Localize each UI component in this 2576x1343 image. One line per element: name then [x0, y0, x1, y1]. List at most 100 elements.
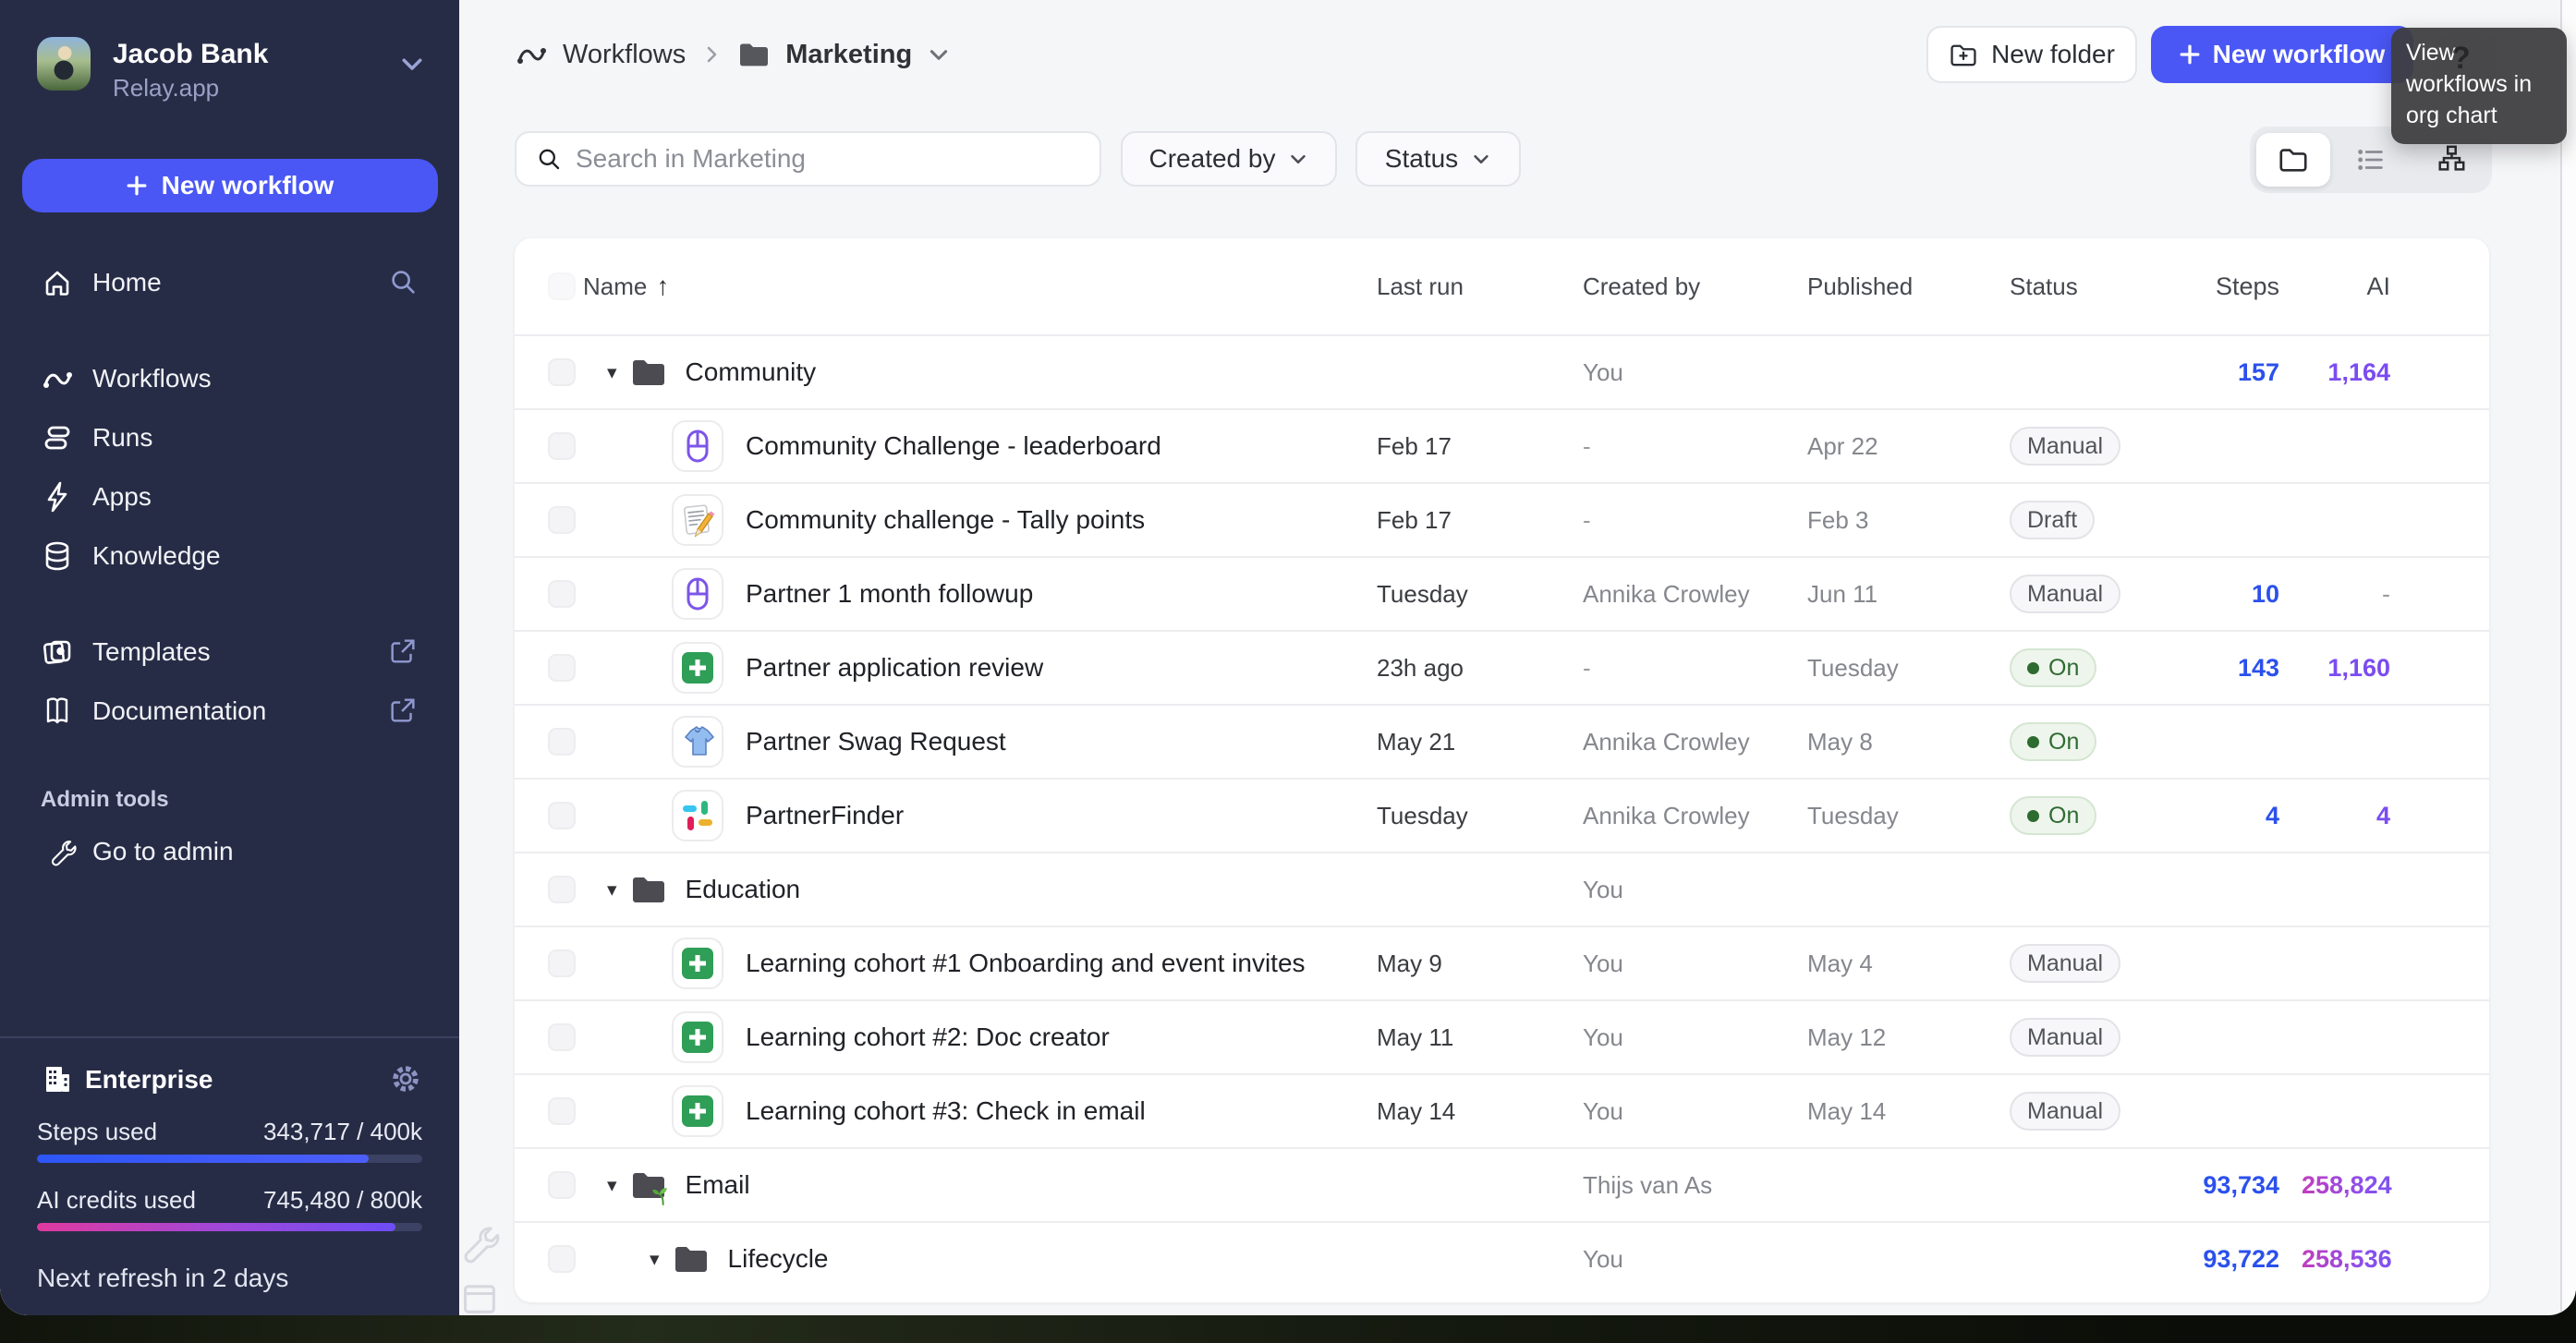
sidebar-item-home[interactable]: Home	[0, 253, 459, 312]
admin-tools-section-label: Admin tools	[41, 787, 169, 812]
chevron-down-icon[interactable]	[927, 42, 951, 67]
row-checkbox[interactable]	[548, 432, 576, 460]
row-checkbox[interactable]	[548, 950, 576, 977]
cell-last-run: Feb 17	[1377, 505, 1452, 534]
cell-published: May 12	[1807, 1022, 1887, 1051]
cell-last-run: 23h ago	[1377, 653, 1464, 682]
cell-published: Feb 3	[1807, 505, 1869, 534]
column-steps[interactable]: Steps	[2194, 272, 2302, 301]
search-icon	[535, 145, 563, 173]
floating-window-icon[interactable]	[459, 1278, 500, 1315]
breadcrumb-workflows[interactable]: Workflows	[563, 40, 686, 70]
table-row[interactable]: ▾ Email Thijs van As 93,734 258,824	[515, 1147, 2489, 1221]
avatar	[37, 37, 91, 91]
column-published[interactable]: Published	[1807, 272, 2010, 301]
table-row[interactable]: Learning cohort #3: Check in email May 1…	[515, 1073, 2489, 1147]
sidebar-new-workflow-button[interactable]: New workflow	[22, 159, 438, 212]
chevron-right-icon	[700, 43, 723, 66]
row-name: Education	[685, 875, 801, 903]
steps-used-label: Steps used	[37, 1118, 158, 1145]
cell-published: Apr 22	[1807, 431, 1878, 460]
row-checkbox[interactable]	[548, 802, 576, 829]
header-new-workflow-button[interactable]: New workflow	[2151, 26, 2413, 83]
cell-ai: 258,824	[2302, 1171, 2427, 1200]
row-checkbox[interactable]	[548, 358, 576, 386]
row-name: Partner 1 month followup	[746, 579, 1034, 608]
cell-created-by: You	[1583, 1096, 1623, 1125]
row-checkbox[interactable]	[548, 1097, 576, 1125]
row-checkbox[interactable]	[548, 1245, 576, 1273]
ai-credits-bar	[37, 1223, 422, 1231]
column-last-run[interactable]: Last run	[1377, 272, 1583, 301]
home-icon	[41, 266, 74, 299]
column-status[interactable]: Status	[2010, 272, 2194, 301]
row-name: Email	[685, 1170, 750, 1199]
folder-outline-icon	[2278, 144, 2309, 175]
steps-used-bar	[37, 1155, 422, 1163]
table-row[interactable]: Learning cohort #1 Onboarding and event …	[515, 926, 2489, 999]
table-row[interactable]: PartnerFinder Tuesday Annika Crowley Tue…	[515, 778, 2489, 852]
column-ai[interactable]: AI	[2302, 272, 2427, 301]
floating-wrench-icon[interactable]	[459, 1223, 500, 1264]
list-icon	[2355, 144, 2387, 175]
folder-icon	[630, 357, 667, 388]
search-icon[interactable]	[387, 266, 419, 297]
column-created-by[interactable]: Created by	[1583, 272, 1807, 301]
row-checkbox[interactable]	[548, 580, 576, 608]
new-folder-button[interactable]: New folder	[1926, 26, 2137, 83]
row-checkbox[interactable]	[548, 728, 576, 756]
chevron-down-icon	[1471, 149, 1491, 169]
table-row[interactable]: Community Challenge - leaderboard Feb 17…	[515, 408, 2489, 482]
plus-icon	[127, 175, 147, 196]
slack-icon	[672, 790, 723, 841]
table-row[interactable]: Partner 1 month followup Tuesday Annika …	[515, 556, 2489, 630]
table-row[interactable]: ▾ Community You 157 1,164	[515, 334, 2489, 408]
row-checkbox[interactable]	[548, 1023, 576, 1051]
status-badge: Draft	[2010, 501, 2096, 539]
cell-steps: 4	[2265, 801, 2279, 829]
sidebar-item-go-to-admin[interactable]: Go to admin	[0, 822, 459, 881]
table-row[interactable]: Learning cohort #2: Doc creator May 11 Y…	[515, 999, 2489, 1073]
cell-last-run: May 14	[1377, 1096, 1456, 1125]
disclosure-triangle-icon[interactable]: ▾	[650, 1248, 660, 1271]
column-name[interactable]: Name ↑	[583, 272, 669, 301]
sidebar-item-knowledge[interactable]: Knowledge	[0, 526, 459, 586]
breadcrumb-current-folder[interactable]: Marketing	[785, 40, 912, 70]
cell-created-by: Annika Crowley	[1583, 801, 1750, 829]
sidebar-item-documentation[interactable]: Documentation	[0, 682, 459, 741]
sidebar-item-workflows[interactable]: Workflows	[0, 349, 459, 408]
sidebar-item-apps[interactable]: Apps	[0, 467, 459, 526]
disclosure-triangle-icon[interactable]: ▾	[607, 1174, 617, 1197]
status-on-dot	[2027, 661, 2039, 674]
sidebar-item-templates[interactable]: Templates	[0, 623, 459, 682]
org-chart-tooltip: View workflows in org chart	[2391, 28, 2567, 144]
cell-published: Tuesday	[1807, 653, 1899, 682]
row-checkbox[interactable]	[548, 1171, 576, 1199]
runs-icon	[41, 421, 74, 454]
workspace-switcher[interactable]: Jacob Bank Relay.app	[37, 37, 431, 102]
created-by-filter[interactable]: Created by	[1121, 131, 1337, 187]
status-filter[interactable]: Status	[1355, 131, 1521, 187]
cell-status: Manual	[2010, 944, 2194, 983]
table-row[interactable]: ▾ Education You	[515, 852, 2489, 926]
cell-last-run: Tuesday	[1377, 801, 1468, 829]
sidebar-item-runs[interactable]: Runs	[0, 408, 459, 467]
select-all-checkbox[interactable]	[548, 272, 576, 300]
view-toggle-folder[interactable]	[2256, 133, 2330, 187]
row-checkbox[interactable]	[548, 876, 576, 903]
row-checkbox[interactable]	[548, 654, 576, 682]
disclosure-triangle-icon[interactable]: ▾	[607, 361, 617, 384]
cell-status: Manual	[2010, 1018, 2194, 1057]
search-input[interactable]	[576, 144, 1100, 174]
status-badge: On	[2010, 722, 2097, 761]
row-checkbox[interactable]	[548, 506, 576, 534]
scrollbar-gutter[interactable]	[2560, 0, 2576, 1315]
table-row[interactable]: Community challenge - Tally points Feb 1…	[515, 482, 2489, 556]
table-header: Name ↑ Last run Created by Published Sta…	[515, 238, 2489, 334]
gear-icon[interactable]	[389, 1062, 422, 1095]
table-row[interactable]: ▾ Lifecycle You 93,722 258,536	[515, 1221, 2489, 1295]
disclosure-triangle-icon[interactable]: ▾	[607, 878, 617, 901]
table-row[interactable]: Partner Swag Request May 21 Annika Crowl…	[515, 704, 2489, 778]
usage-panel: Enterprise Steps used 343,717 / 400k AI …	[0, 1036, 459, 1315]
table-row[interactable]: Partner application review 23h ago - Tue…	[515, 630, 2489, 704]
